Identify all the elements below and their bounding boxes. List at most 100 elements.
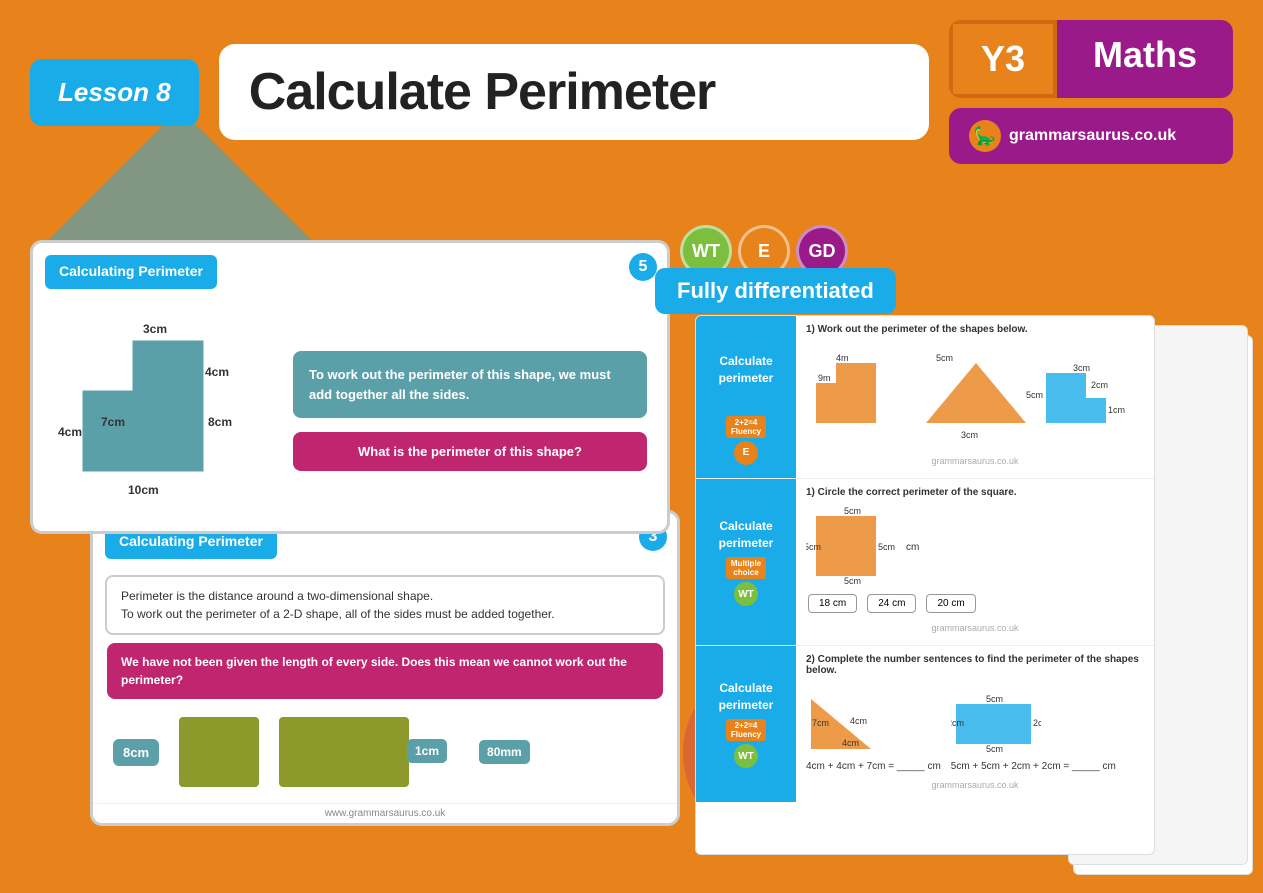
ws-badges-2: Multiplechoice WT [726, 557, 766, 606]
rectangle-container: 5cm 2cm 5cm 2cm 5cm + 5cm + 2cm + 2cm = … [951, 684, 1116, 772]
e-level-badge-1: E [734, 441, 758, 465]
slide-back-shapes: 8cm 1cm 80mm [93, 707, 677, 803]
svg-text:4m: 4m [836, 353, 849, 363]
ws-calc-title-1: Calculateperimeter [696, 330, 796, 410]
perimeter-shape-svg: 3cm 4cm 7cm 8cm 4cm 10cm [53, 311, 273, 511]
svg-text:4cm: 4cm [58, 425, 82, 439]
worksheet-section-1: Calculateperimeter 2+2=4Fluency E 1) Wor… [696, 316, 1154, 479]
ws-choices-row: 18 cm 24 cm 20 cm [806, 588, 1144, 619]
wt-level-badge-2: WT [734, 582, 758, 606]
info-text-box: To work out the perimeter of this shape,… [293, 351, 647, 418]
slide-front-header-row: Calculating Perimeter 5 [33, 243, 667, 301]
slide-front-card: Calculating Perimeter 5 3cm 4cm 7cm 8cm … [30, 240, 670, 534]
ws-task-1: 1) Work out the perimeter of the shapes … [806, 324, 1144, 335]
ws-brand-1: grammarsaurus.co.uk [806, 452, 1144, 470]
rectangle-svg: 5cm 2cm 5cm 2cm [951, 684, 1041, 754]
choice-24[interactable]: 24 cm [867, 594, 916, 613]
ws-left-1: Calculateperimeter 2+2=4Fluency E [696, 316, 796, 478]
question-box: What is the perimeter of this shape? [293, 432, 647, 471]
formula-1: 4cm + 4cm + 7cm = _____ cm [806, 761, 941, 772]
slide-back-card: Calculating Perimeter 3 Perimeter is the… [90, 510, 680, 826]
label-80mm: 80mm [479, 740, 530, 764]
square-svg: 5cm 5cm 5cm 5cm [806, 506, 896, 586]
ws-shapes-svg-1: 9m 4m 5cm 5cm 3cm 2cm 3cm 1cm [806, 343, 1126, 443]
ws-square-shape: 5cm 5cm 5cm 5cm cm [806, 502, 1144, 588]
svg-text:3cm: 3cm [143, 322, 167, 336]
svg-text:5cm: 5cm [878, 542, 895, 552]
slide-front-number: 5 [629, 253, 657, 281]
title-box: Calculate Perimeter [219, 44, 929, 140]
svg-text:5cm: 5cm [936, 353, 953, 363]
triangle-svg: 7cm 4cm 4cm [806, 684, 886, 754]
ws-task-2: 1) Circle the correct perimeter of the s… [806, 487, 1144, 498]
small-rectangle [179, 717, 259, 787]
website-url: grammarsaurus.co.uk [1009, 127, 1176, 145]
svg-text:7cm: 7cm [812, 718, 829, 728]
wt-level-badge-3: WT [734, 744, 758, 768]
ws-left-2: Calculateperimeter Multiplechoice WT [696, 479, 796, 645]
svg-text:5cm: 5cm [986, 694, 1003, 704]
ws-task-3: 2) Complete the number sentences to find… [806, 654, 1144, 676]
mc-fluency-badge: Multiplechoice [726, 557, 766, 579]
ws-right-3: 2) Complete the number sentences to find… [796, 646, 1154, 802]
svg-text:8cm: 8cm [208, 415, 232, 429]
header: Lesson 8 Calculate Perimeter Y3 Maths 🦕 … [30, 20, 1233, 164]
slide-back-text2: We have not been given the length of eve… [107, 643, 663, 699]
svg-text:5cm: 5cm [844, 576, 861, 586]
grammar-logo-icon: 🦕 [969, 120, 1001, 152]
svg-text:4cm: 4cm [205, 365, 229, 379]
svg-text:9m: 9m [818, 373, 831, 383]
top-right-panel: Y3 Maths 🦕 grammarsaurus.co.uk [949, 20, 1233, 164]
svg-text:4cm: 4cm [850, 716, 867, 726]
svg-text:2cm: 2cm [1033, 718, 1041, 728]
info-boxes: To work out the perimeter of this shape,… [293, 311, 647, 511]
svg-text:2cm: 2cm [1091, 380, 1108, 390]
ws-shapes-section1: 9m 4m 5cm 5cm 3cm 2cm 3cm 1cm [806, 339, 1144, 452]
svg-text:5cm: 5cm [844, 506, 861, 516]
choice-20[interactable]: 20 cm [926, 594, 975, 613]
svg-text:3cm: 3cm [961, 430, 978, 440]
svg-text:5cm: 5cm [806, 542, 821, 552]
triangle-container: 7cm 4cm 4cm 4cm + 4cm + 7cm = _____ cm [806, 684, 941, 772]
fluency-badge-1: 2+2=4Fluency [726, 416, 766, 438]
svg-text:10cm: 10cm [128, 483, 159, 497]
slide-back-footer: www.grammarsaurus.co.uk [93, 803, 677, 823]
page-title: Calculate Perimeter [249, 62, 716, 122]
svg-text:7cm: 7cm [101, 415, 125, 429]
svg-text:5cm: 5cm [1026, 390, 1043, 400]
ws-right-1: 1) Work out the perimeter of the shapes … [796, 316, 1154, 478]
label-1cm: 1cm [407, 739, 447, 763]
lesson-label: Lesson 8 [58, 77, 171, 107]
fluency-badge-3: 2+2=4Fluency [726, 719, 766, 741]
worksheet-section-2: Calculateperimeter Multiplechoice WT 1) … [696, 479, 1154, 646]
ws-badges-3: 2+2=4Fluency WT [726, 719, 766, 768]
lesson-badge: Lesson 8 [30, 59, 199, 126]
label-8cm: 8cm [113, 739, 159, 766]
slide-back-title: Calculating Perimeter [119, 533, 263, 549]
fully-differentiated-banner: Fully differentiated [655, 268, 896, 314]
svg-text:5cm: 5cm [986, 744, 1003, 754]
ws-brand-3: grammarsaurus.co.uk [806, 776, 1144, 794]
svg-text:3cm: 3cm [1073, 363, 1090, 373]
worksheet-main: Calculateperimeter 2+2=4Fluency E 1) Wor… [695, 315, 1155, 855]
ws-calc-title-2: Calculateperimeter [719, 518, 774, 552]
slide-front-content: 3cm 4cm 7cm 8cm 4cm 10cm To work out the… [33, 301, 667, 531]
worksheet-section-3: Calculateperimeter 2+2=4Fluency WT 2) Co… [696, 646, 1154, 802]
formula-2: 5cm + 5cm + 2cm + 2cm = _____ cm [951, 761, 1116, 772]
svg-text:1cm: 1cm [1108, 405, 1125, 415]
subject-badge: Maths [1057, 20, 1233, 98]
ws-badges-1: 2+2=4Fluency E [726, 416, 766, 465]
ws-shape-formulas: 7cm 4cm 4cm 4cm + 4cm + 7cm = _____ cm 5… [806, 680, 1144, 776]
ws-calc-title-3: Calculateperimeter [719, 680, 774, 714]
year-maths-badges: Y3 Maths [949, 20, 1233, 98]
shape-diagram: 3cm 4cm 7cm 8cm 4cm 10cm [53, 311, 273, 511]
year-badge: Y3 [949, 20, 1057, 98]
answer-cm-box: cm [906, 537, 919, 555]
choice-18[interactable]: 18 cm [808, 594, 857, 613]
slide-back-text1: Perimeter is the distance around a two-d… [105, 575, 665, 635]
grammar-brand: 🦕 grammarsaurus.co.uk [949, 108, 1233, 164]
ws-left-3: Calculateperimeter 2+2=4Fluency WT [696, 646, 796, 802]
large-rectangle [279, 717, 409, 787]
svg-text:4cm: 4cm [842, 738, 859, 748]
ws-right-2: 1) Circle the correct perimeter of the s… [796, 479, 1154, 645]
